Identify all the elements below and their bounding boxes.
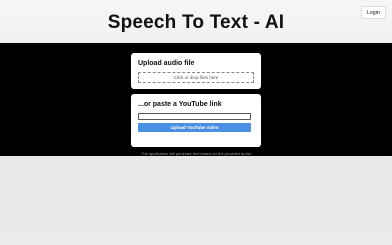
upload-card: Upload audio file Click or drop files he…: [131, 53, 261, 89]
login-button[interactable]: Login: [360, 6, 386, 19]
upload-card-title: Upload audio file: [138, 60, 195, 67]
upload-youtube-button[interactable]: Upload YouTube video: [138, 123, 251, 132]
file-dropzone[interactable]: Click or drop files here: [138, 72, 254, 83]
page-title: Speech To Text - AI: [107, 12, 285, 33]
youtube-card: ...or paste a YouTube link Upload YouTub…: [131, 94, 261, 147]
footer-note: The application will generate text based…: [141, 151, 251, 156]
youtube-link-input[interactable]: [138, 113, 251, 120]
youtube-card-title: ...or paste a YouTube link: [138, 101, 222, 108]
